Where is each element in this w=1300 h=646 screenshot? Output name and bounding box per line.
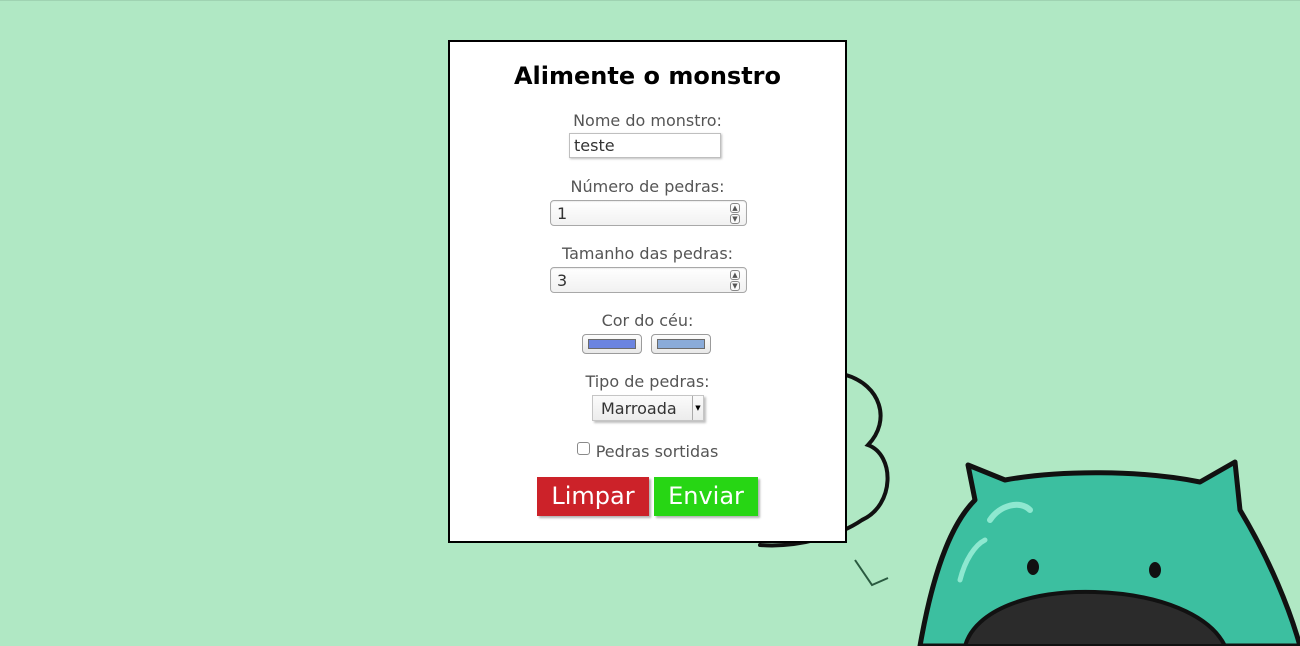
stone-size-input[interactable]: 3 ▲ ▼ <box>550 267 747 293</box>
stone-size-value: 3 <box>557 271 568 290</box>
dropdown-arrow-icon: ▼ <box>692 396 703 420</box>
mixed-stones-label: Pedras sortidas <box>595 442 719 461</box>
mixed-stones-checkbox[interactable] <box>576 442 590 455</box>
monster-name-label: Nome do monstro: <box>573 111 722 130</box>
color-swatch <box>588 339 636 349</box>
stone-size-label: Tamanho das pedras: <box>561 244 734 263</box>
sky-color-label: Cor do céu: <box>601 311 694 330</box>
stone-type-select[interactable]: Marroada ▼ <box>592 395 704 421</box>
increment-icon[interactable]: ▲ <box>730 203 740 213</box>
form-title: Alimente o monstro <box>513 62 781 90</box>
mixed-stones-row: Pedras sortidas <box>450 442 845 461</box>
clear-button[interactable]: Limpar <box>537 477 649 516</box>
sky-color-picker-1[interactable] <box>582 334 642 354</box>
stone-count-input[interactable]: 1 ▲ ▼ <box>550 200 747 226</box>
sky-color-picker-2[interactable] <box>651 334 711 354</box>
stone-type-selected: Marroada <box>601 399 677 418</box>
feed-monster-form: Alimente o monstro Nome do monstro: Núme… <box>448 40 847 543</box>
stone-count-label: Número de pedras: <box>570 177 725 196</box>
stone-count-value: 1 <box>557 204 568 223</box>
stone-type-label: Tipo de pedras: <box>585 372 710 391</box>
send-button[interactable]: Enviar <box>654 477 758 516</box>
decrement-icon[interactable]: ▼ <box>730 281 740 291</box>
decrement-icon[interactable]: ▼ <box>730 214 740 224</box>
monster-name-input[interactable] <box>569 133 721 158</box>
increment-icon[interactable]: ▲ <box>730 270 740 280</box>
color-swatch <box>657 339 705 349</box>
